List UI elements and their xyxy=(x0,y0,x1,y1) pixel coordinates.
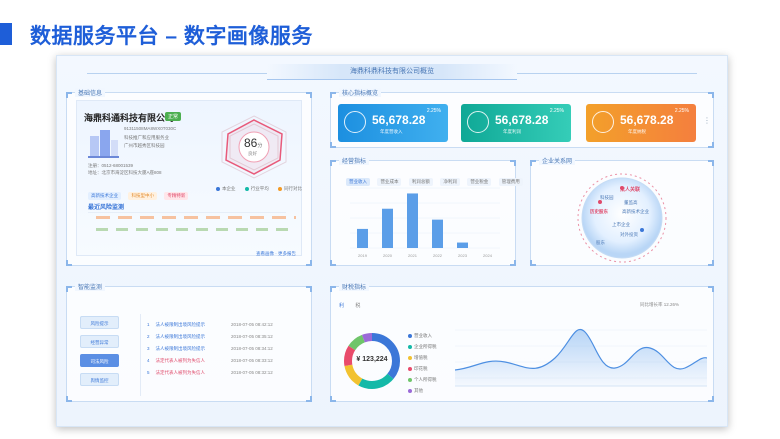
status-badge: 正常 xyxy=(165,112,182,121)
list-item[interactable]: 2 法人被限制出境风险提示 2018-07-05 08:35:12 xyxy=(147,334,273,340)
kpi-card-tax[interactable]: 56,678.28 年度纳税 2.25% xyxy=(586,104,696,142)
operations-bar-chart: 2019 2020 2021 2022 2023 2024 xyxy=(350,187,500,258)
filter-risk-button[interactable]: 风险提示 xyxy=(80,316,119,329)
score-number: 86 xyxy=(244,136,258,150)
relation-node[interactable]: 上市企业 xyxy=(612,222,630,228)
legend-item: 企业所得税 xyxy=(408,341,437,352)
company-name: 海鼎科通科技有限公司 xyxy=(84,113,175,123)
x-tick-label: 2023 xyxy=(458,253,468,258)
risk-section-title: 最近风险监测 xyxy=(88,205,125,211)
dashboard-header: 海鼎科鼎科技有限公司概览 xyxy=(267,64,517,80)
legend-item: 个人所得税 xyxy=(408,374,437,385)
finance-total: ¥ 123,224 xyxy=(356,356,388,363)
finance-area-chart xyxy=(455,329,707,387)
bar xyxy=(457,242,468,248)
kpi-value: 56,678.28 xyxy=(372,113,426,127)
filter-opinion-button[interactable]: 舆情监控 xyxy=(80,373,119,386)
finance-title: 财税指标 xyxy=(339,282,370,291)
divider xyxy=(88,212,286,213)
kpi-panel-title: 核心指标概览 xyxy=(339,88,382,97)
score-unit: 分 xyxy=(257,143,263,149)
company-building-icon xyxy=(88,130,119,158)
tag-hightech[interactable]: 高新技术企业 xyxy=(88,192,121,200)
address: 地址：北京市海淀区科技大厦A座808 xyxy=(88,169,162,175)
relation-center-node[interactable]: 法人关联 xyxy=(620,186,640,193)
basic-info-links[interactable]: 查看画像 · 更多报告 xyxy=(256,251,296,257)
tab-profit-fin[interactable]: 利 xyxy=(339,303,344,309)
finance-growth-note: 同比增长率 12.26% xyxy=(640,302,680,307)
more-options-icon[interactable]: ⋮ xyxy=(703,116,711,125)
header-line-left xyxy=(87,73,267,74)
kpi-percent: 2.25% xyxy=(674,108,689,114)
relation-node[interactable]: 历史股东 xyxy=(590,209,608,215)
filter-abnormal-button[interactable]: 经营异常 xyxy=(80,335,119,348)
score-legend: 本企业 行业平均 同行对比 xyxy=(216,186,310,192)
user-icon xyxy=(344,111,366,133)
kpi-value: 56,678.28 xyxy=(495,113,549,127)
kpi-percent: 2.25% xyxy=(426,108,441,114)
legend-item: 其他 xyxy=(408,385,437,396)
filter-judicial-button[interactable]: 司法风险 xyxy=(80,354,119,367)
list-item[interactable]: 1 法人被限制出境风险提示 2018-07-05 08:42:12 xyxy=(147,322,273,328)
credit-score: 86分 xyxy=(244,136,262,150)
x-tick-label: 2019 xyxy=(358,253,368,258)
slide-title: 数据服务平台 – 数字画像服务 xyxy=(30,25,313,48)
legend-item: 增值税 xyxy=(408,352,437,363)
risk-timeline-row-2 xyxy=(96,228,296,231)
monitor-title: 智能监测 xyxy=(75,282,106,291)
bar xyxy=(407,193,418,248)
risk-timeline-row-1 xyxy=(96,216,296,219)
relation-node[interactable]: 对外投资 xyxy=(620,232,638,238)
x-tick-label: 2020 xyxy=(383,253,393,258)
kpi-card-revenue[interactable]: 56,678.28 年度营收入 2.25% xyxy=(338,104,448,142)
kpi-label: 年度纳税 xyxy=(628,129,646,134)
tag-sme[interactable]: 科技型中小 xyxy=(128,192,157,200)
company-tags: 高新技术企业 科技型中小 专精特新 xyxy=(88,184,191,202)
relation-node[interactable]: 股东 xyxy=(596,240,605,246)
legend-industry: 行业平均 xyxy=(244,186,269,191)
relation-node[interactable]: 董监高 xyxy=(624,200,638,206)
x-tick-label: 2021 xyxy=(408,253,418,258)
bar xyxy=(357,228,368,248)
kpi-percent: 2.25% xyxy=(549,108,564,114)
x-tick-label: 2022 xyxy=(433,253,443,258)
list-item[interactable]: 3 法人被限制出境风险提示 2018-07-05 08:34:12 xyxy=(147,346,273,352)
relations-title: 企业关系网 xyxy=(539,156,576,165)
header-line-right xyxy=(517,73,697,74)
score-rating: 良好 xyxy=(248,151,257,156)
monitor-list: 1 法人被限制出境风险提示 2018-07-05 08:42:12 2 法人被限制出境… xyxy=(140,314,300,396)
region: 广州市越秀区科技园 xyxy=(124,143,165,148)
tag-specialized[interactable]: 专精特新 xyxy=(164,192,189,200)
finance-tabs: 利 税 xyxy=(339,302,370,309)
legend-item: 营业收入 xyxy=(408,330,437,341)
legend-item: 印花税 xyxy=(408,363,437,374)
finance-legend: 营业收入 企业所得税 增值税 印花税 个人所得税 其他 xyxy=(408,330,437,396)
title-accent-bar xyxy=(0,23,12,45)
legend-self: 本企业 xyxy=(216,186,236,191)
kpi-label: 年度利润 xyxy=(503,129,521,134)
legend-peer: 同行对比 xyxy=(278,186,302,191)
basic-info-title: 基础信息 xyxy=(75,88,106,97)
company-meta: 注册：0512-68001539 地址：北京市海淀区科技大厦A座808 xyxy=(88,163,162,176)
company-info-lines: 91311508MA8WX0T030C 科技推广和应用服务业 广州市越秀区科技园 xyxy=(124,125,176,151)
list-item[interactable]: 4 法定代表人被列为失信人 2018-07-05 08:33:12 xyxy=(147,358,273,364)
operations-title: 经营指标 xyxy=(339,156,370,165)
credit-code: 91311508MA8WX0T030C xyxy=(124,126,177,131)
list-item[interactable]: 5 法定代表人被列为失信人 2018-07-05 08:32:12 xyxy=(147,370,273,376)
user-icon xyxy=(467,111,489,133)
x-tick-label: 2024 xyxy=(483,253,493,258)
kpi-value: 56,678.28 xyxy=(620,113,674,127)
user-icon xyxy=(592,111,614,133)
kpi-label: 年度营收入 xyxy=(380,129,403,134)
bar xyxy=(432,219,443,248)
relation-node[interactable]: 科技园 xyxy=(600,195,614,201)
kpi-card-profit[interactable]: 56,678.28 年度利润 2.25% xyxy=(461,104,571,142)
relation-node[interactable]: 高新技术企业 xyxy=(622,209,649,215)
bar xyxy=(382,208,393,248)
tab-tax-fin[interactable]: 税 xyxy=(355,303,360,309)
industry: 科技推广和应用服务业 xyxy=(124,134,169,140)
